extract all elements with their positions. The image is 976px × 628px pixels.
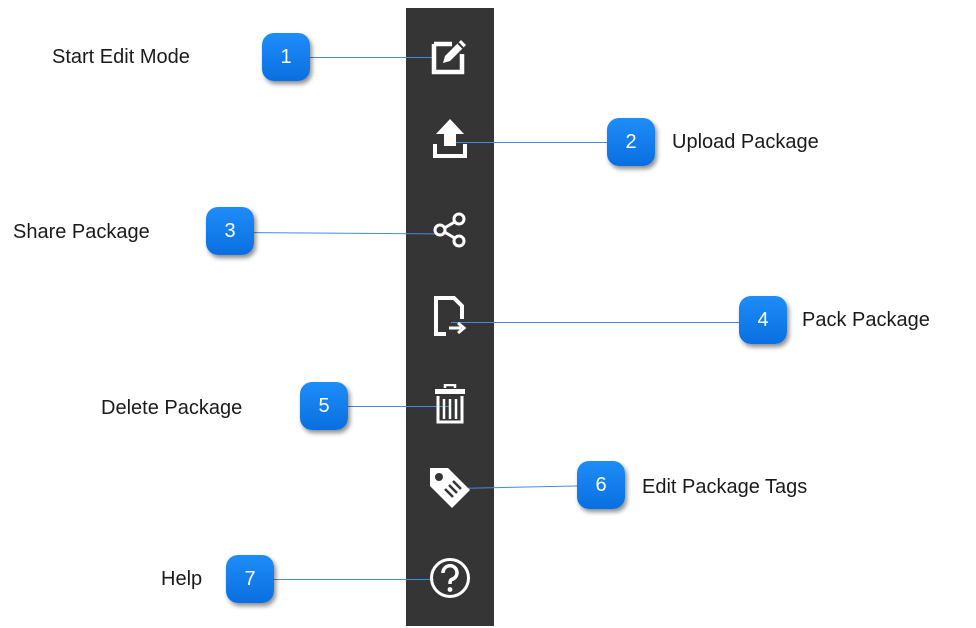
delete-package-button[interactable] xyxy=(406,364,494,444)
callout-badge-7: 7 xyxy=(226,555,274,603)
callout-badge-6: 6 xyxy=(577,461,625,509)
start-edit-mode-button[interactable] xyxy=(406,16,494,96)
share-icon xyxy=(432,212,468,248)
callout-badge-2: 2 xyxy=(607,118,655,166)
callout-label-6: Edit Package Tags xyxy=(642,476,808,498)
pack-icon xyxy=(432,295,468,337)
edit-icon xyxy=(430,36,470,76)
callout-label-4: Pack Package xyxy=(802,309,930,331)
callout-badge-4: 4 xyxy=(739,296,787,344)
callout-label-5: Delete Package xyxy=(101,397,243,419)
trash-icon xyxy=(433,384,467,424)
upload-icon xyxy=(432,117,468,159)
callout-label-7: Help xyxy=(161,568,203,590)
callout-label-3: Share Package xyxy=(13,221,150,243)
upload-package-button[interactable] xyxy=(406,98,494,178)
help-diagram: 1 2 3 4 5 6 7 Start Edit Mode Upload Pac… xyxy=(0,0,976,628)
callout-badge-5: 5 xyxy=(300,382,348,430)
tag-icon xyxy=(428,466,472,510)
callout-badge-1: 1 xyxy=(262,33,310,81)
help-button[interactable] xyxy=(406,538,494,618)
callout-label-1: Start Edit Mode xyxy=(52,46,190,68)
pack-package-button[interactable] xyxy=(406,276,494,356)
callout-line-4 xyxy=(451,322,763,323)
callout-badge-3: 3 xyxy=(206,207,254,255)
callout-label-2: Upload Package xyxy=(672,131,819,153)
help-icon xyxy=(429,557,471,599)
share-package-button[interactable] xyxy=(406,190,494,270)
edit-package-tags-button[interactable] xyxy=(406,448,494,528)
